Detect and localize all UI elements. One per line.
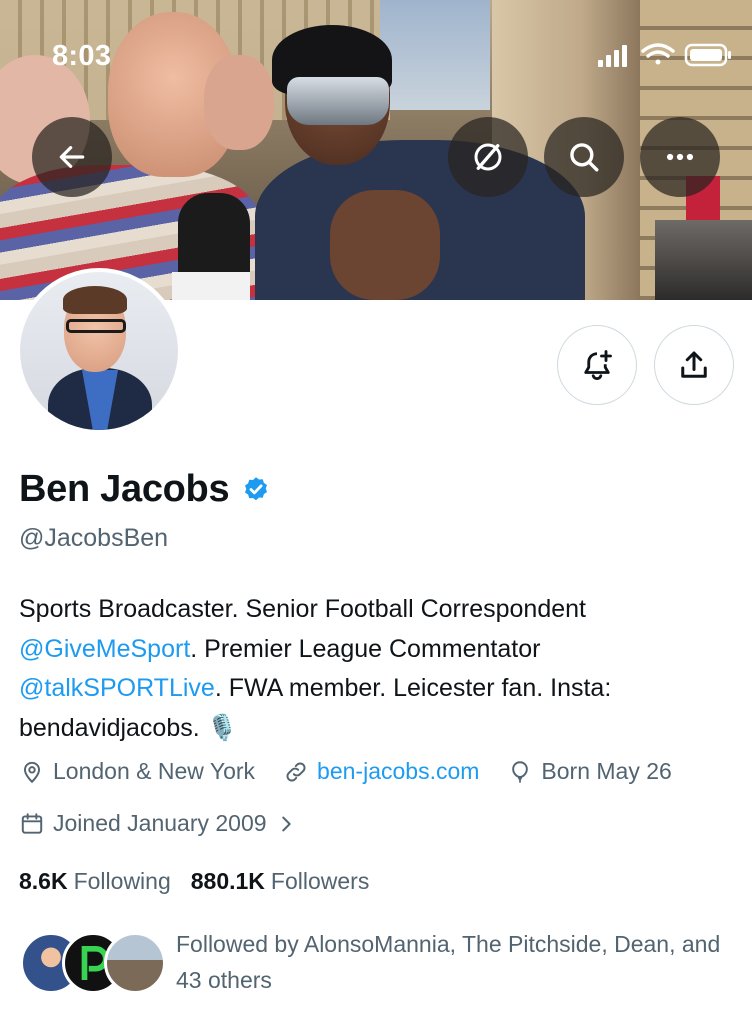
birthday-text: Born May 26 xyxy=(541,758,672,784)
back-button[interactable] xyxy=(32,117,112,197)
share-upload-icon xyxy=(681,351,707,378)
joined-text: Joined January 2009 xyxy=(53,810,267,836)
bell-plus-icon xyxy=(584,350,612,380)
location-pin-icon xyxy=(23,761,41,783)
more-button[interactable] xyxy=(640,117,720,197)
followers-label: Followers xyxy=(270,868,370,894)
status-icons xyxy=(598,43,731,67)
website-link[interactable]: ben-jacobs.com xyxy=(317,758,479,785)
bio-text: Sports Broadcaster. Senior Football Corr… xyxy=(19,595,586,623)
search-icon xyxy=(570,143,599,172)
follow-counts: 8.6K Following 880.1K Followers xyxy=(19,868,389,895)
banner-person xyxy=(204,55,274,150)
mention-link[interactable]: @talkSPORTLive xyxy=(19,674,215,702)
slash-circle-icon xyxy=(474,143,502,171)
profile-meta: London & New York ben-jacobs.com Born Ma… xyxy=(19,758,700,785)
chevron-right-icon xyxy=(281,816,291,831)
grok-button[interactable] xyxy=(448,117,528,197)
location-text: London & New York xyxy=(53,758,256,784)
search-button[interactable] xyxy=(544,117,624,197)
followers-count: 880.1K xyxy=(190,868,265,894)
display-name: Ben Jacobs xyxy=(19,468,230,510)
website[interactable]: ben-jacobs.com xyxy=(283,758,479,785)
following-link[interactable]: 8.6K Following xyxy=(19,868,171,895)
wifi-icon xyxy=(641,43,675,65)
profile-avatar[interactable] xyxy=(16,268,182,434)
verified-badge-icon[interactable] xyxy=(241,475,271,505)
banner-mic-flag xyxy=(172,272,250,300)
banner-sky xyxy=(380,0,490,110)
balloon-icon xyxy=(512,760,529,783)
avatar xyxy=(104,932,166,994)
calendar-icon xyxy=(21,812,43,834)
ellipsis-icon xyxy=(666,153,694,161)
followers-link[interactable]: 880.1K Followers xyxy=(191,868,370,895)
arrow-left-icon xyxy=(59,146,85,168)
followed-by-text[interactable]: Followed by AlonsoMannia, The Pitchside,… xyxy=(176,926,736,998)
following-count: 8.6K xyxy=(19,868,68,894)
location: London & New York xyxy=(19,758,255,785)
avatar-photo xyxy=(20,272,178,430)
status-time: 8:03 xyxy=(52,40,112,72)
bio-text: . Premier League Commentator xyxy=(190,634,541,663)
share-button[interactable] xyxy=(654,325,734,405)
banner-sunglasses xyxy=(287,77,389,125)
profile-handle: @JacobsBen xyxy=(19,524,169,552)
signal-icon xyxy=(598,45,627,67)
joined-row[interactable]: Joined January 2009 xyxy=(19,810,297,837)
profile-bio: Sports Broadcaster. Senior Football Corr… xyxy=(19,590,739,748)
battery-icon xyxy=(684,43,731,67)
notify-button[interactable] xyxy=(557,325,637,405)
mention-link[interactable]: @GiveMeSport xyxy=(19,635,190,663)
banner-crowd xyxy=(655,220,752,300)
name-row: Ben Jacobs xyxy=(19,468,271,511)
following-label: Following xyxy=(73,868,171,894)
followed-by-avatars[interactable] xyxy=(20,932,166,994)
link-icon xyxy=(286,762,306,781)
birthday: Born May 26 xyxy=(507,758,672,785)
banner-hand xyxy=(330,190,440,300)
